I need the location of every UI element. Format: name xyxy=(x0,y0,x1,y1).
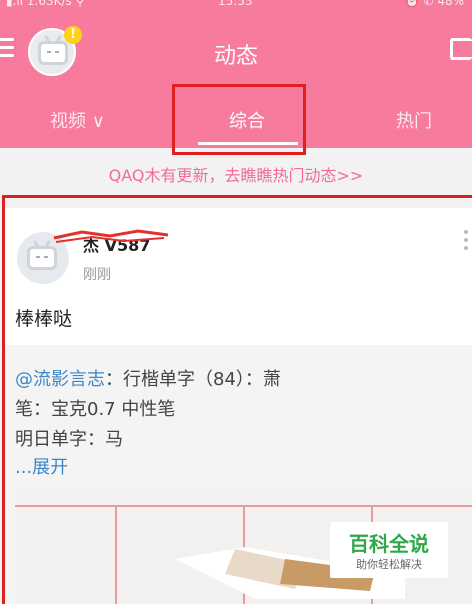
status-right: ⏰ ✆ 48% xyxy=(404,0,464,8)
hot-feed-notice-link[interactable]: QAQ木有更新，去瞧瞧热门动态>> xyxy=(0,162,472,186)
watermark-sub: 助你轻松解决 xyxy=(356,558,422,571)
tab-hot[interactable]: 热门 xyxy=(396,107,432,133)
highlight-tab-box xyxy=(172,84,306,155)
edit-icon[interactable] xyxy=(450,38,472,60)
watermark-logo: 百科全说 助你轻松解决 xyxy=(330,522,448,578)
page-title: 动态 xyxy=(213,44,258,69)
status-time: 15:53 xyxy=(218,0,253,8)
tab-video[interactable]: 视频 ∨ xyxy=(50,107,105,133)
watermark-main: 百科全说 xyxy=(349,532,429,556)
status-bar: ▮.ıl 1.63K/s ⚲ 15:53 ⏰ ✆ 48% xyxy=(0,0,472,8)
status-left: ▮.ıl 1.63K/s ⚲ xyxy=(6,0,85,8)
